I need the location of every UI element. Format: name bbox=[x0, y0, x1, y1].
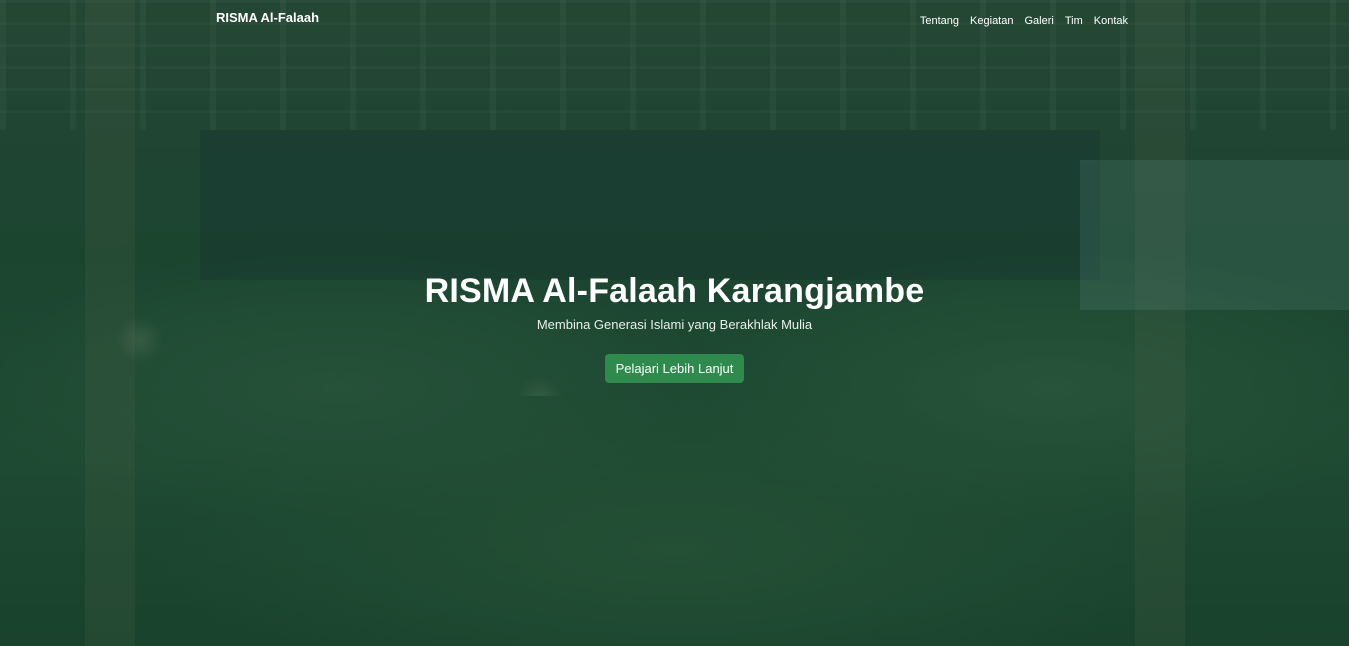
nav-item-galeri: Galeri bbox=[1024, 11, 1053, 29]
nav-links: Tentang Kegiatan Galeri Tim Kontak bbox=[920, 11, 1128, 29]
nav-link-kegiatan[interactable]: Kegiatan bbox=[970, 15, 1013, 27]
hero-section: RISMA Al-Falaah Tentang Kegiatan Galeri … bbox=[0, 0, 1349, 646]
nav-item-kegiatan: Kegiatan bbox=[970, 11, 1013, 29]
nav-link-galeri[interactable]: Galeri bbox=[1024, 15, 1053, 27]
brand-logo-link[interactable]: RISMA Al-Falaah bbox=[216, 10, 319, 25]
hero-content: RISMA Al-Falaah Karangjambe Membina Gene… bbox=[0, 271, 1349, 383]
navbar: RISMA Al-Falaah Tentang Kegiatan Galeri … bbox=[0, 0, 1349, 34]
nav-item-kontak: Kontak bbox=[1094, 11, 1128, 29]
nav-link-tim[interactable]: Tim bbox=[1065, 15, 1083, 27]
nav-item-tim: Tim bbox=[1065, 11, 1083, 29]
nav-link-tentang[interactable]: Tentang bbox=[920, 15, 959, 27]
learn-more-button[interactable]: Pelajari Lebih Lanjut bbox=[604, 354, 745, 383]
hero-title: RISMA Al-Falaah Karangjambe bbox=[424, 272, 925, 310]
nav-link-kontak[interactable]: Kontak bbox=[1094, 15, 1128, 27]
nav-item-tentang: Tentang bbox=[920, 11, 959, 29]
hero-subtitle: Membina Generasi Islami yang Berakhlak M… bbox=[536, 317, 813, 332]
